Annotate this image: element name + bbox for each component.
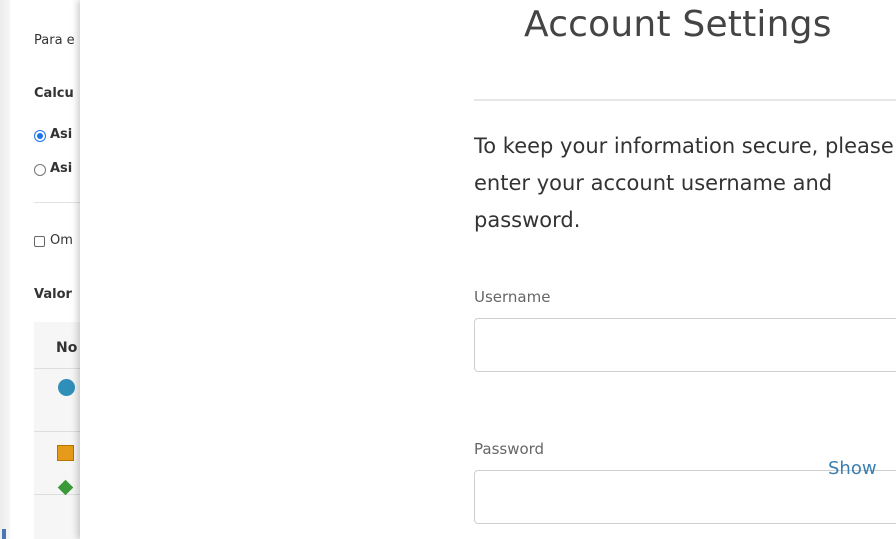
background-edge-marker [2, 529, 6, 539]
background-section-heading: Calcu [34, 86, 74, 101]
security-message: To keep your information secure, please … [474, 134, 894, 232]
username-label: Username [474, 288, 551, 306]
background-radio-option-2[interactable] [34, 164, 46, 176]
background-table-header: No [56, 340, 78, 356]
username-field[interactable] [474, 318, 896, 372]
background-table-row-line [34, 494, 80, 495]
title-divider [474, 99, 896, 101]
show-password-button[interactable]: Show [828, 458, 877, 479]
square-icon [57, 445, 74, 461]
background-intro-text: Para e [34, 33, 75, 48]
background-radio-label-2: Asi [50, 161, 73, 176]
password-label: Password [474, 440, 545, 458]
background-table-row-line [34, 368, 80, 369]
circle-icon [58, 379, 75, 396]
background-values-heading: Valor [34, 287, 72, 302]
background-radio-label-1: Asi [50, 127, 73, 142]
background-divider [34, 202, 80, 203]
background-checkbox-label: Om [50, 233, 73, 248]
background-checkbox[interactable] [34, 236, 45, 247]
dialog-title: Account Settings [524, 4, 832, 45]
account-settings-dialog: Account Settings To keep your informatio… [80, 0, 896, 539]
background-scroll-edge [0, 0, 10, 539]
background-radio-option-1[interactable] [34, 130, 46, 142]
background-page: Para e Calcu Asi Asi Om Valor No [0, 0, 80, 539]
background-table-row-line [34, 431, 80, 432]
